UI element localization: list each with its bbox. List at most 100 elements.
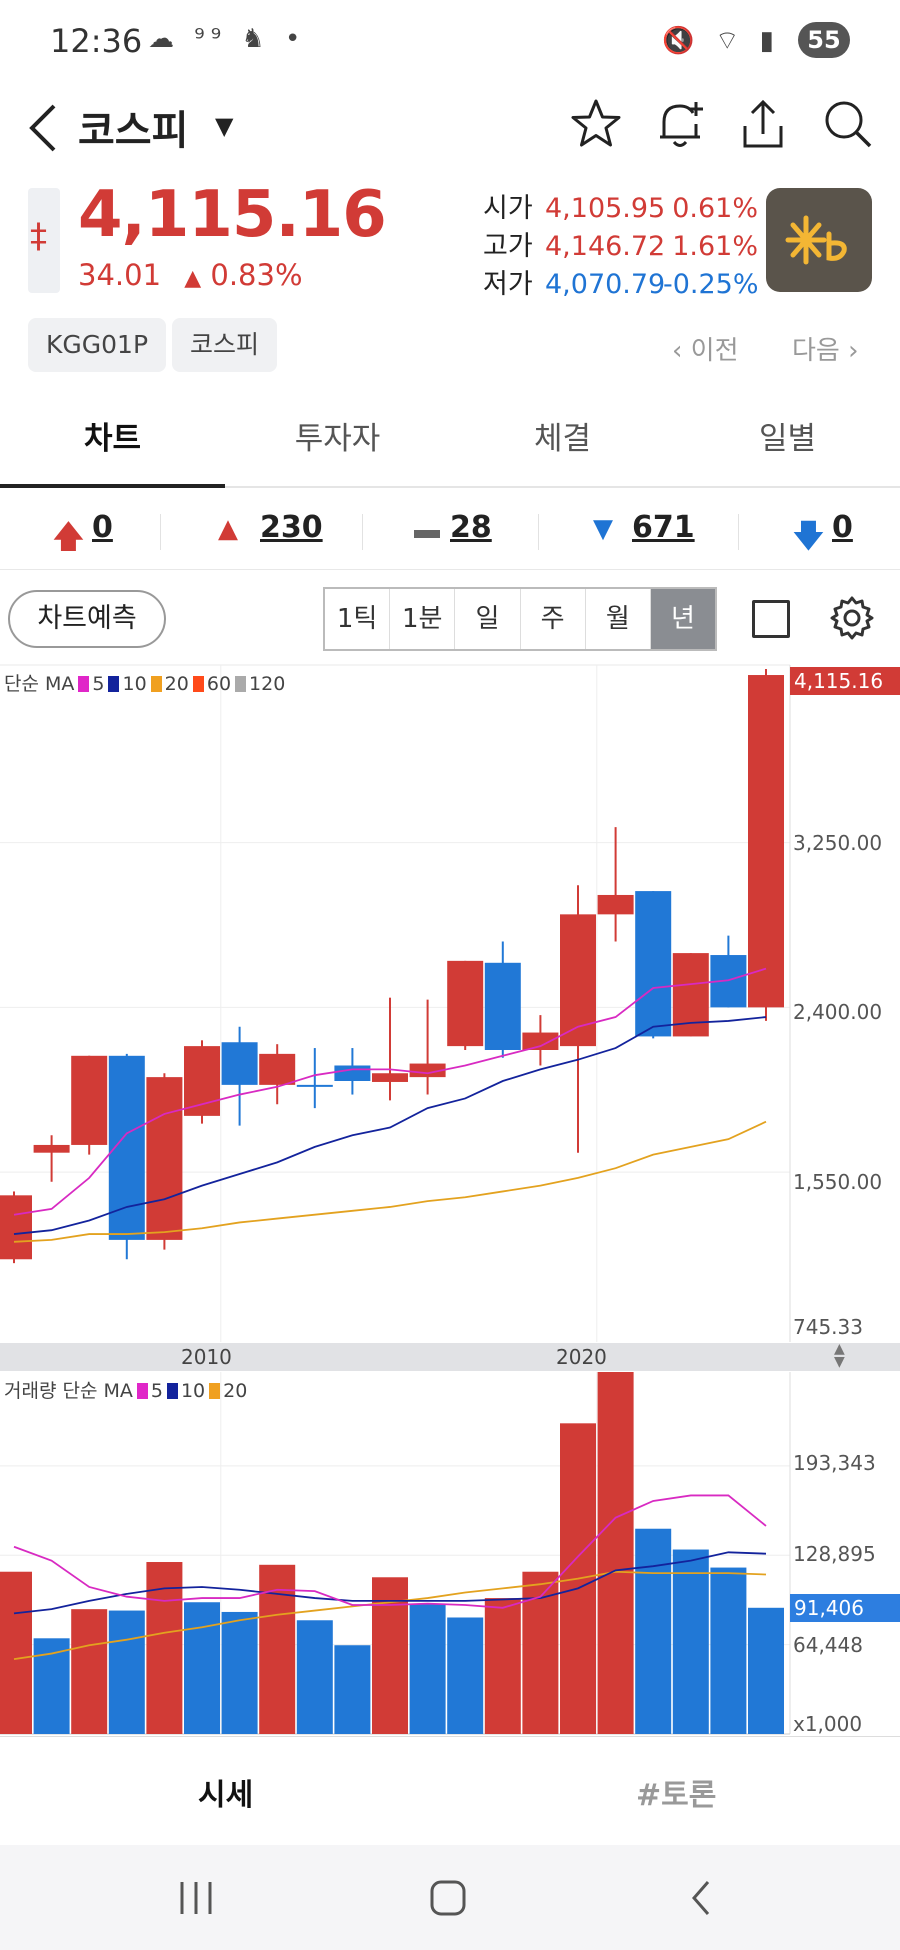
candle-body <box>33 1144 70 1153</box>
kb-logo-button[interactable] <box>766 188 872 292</box>
current-price: 4,115.16 <box>78 178 387 252</box>
down-triangle-icon: ▼ <box>593 514 613 544</box>
volume-ma-legend: 거래량 단순 MA 5 10 20 <box>4 1376 247 1403</box>
ma5-line <box>13 967 767 1216</box>
x-axis-strip[interactable] <box>0 1343 900 1371</box>
period-minute[interactable]: 1분 <box>390 589 456 649</box>
kb-star-icon <box>785 215 847 265</box>
volume-axis-unit: x1,000 <box>793 1712 863 1736</box>
back-icon[interactable] <box>686 1878 716 1918</box>
period-year[interactable]: 년 <box>650 589 716 649</box>
home-icon[interactable] <box>428 1878 468 1918</box>
search-icon[interactable] <box>820 96 876 152</box>
volume-bar <box>259 1564 296 1734</box>
price-axis-tick: 1,550.00 <box>793 1170 883 1194</box>
ma10-line <box>13 1016 767 1235</box>
price-direction-indicator: ‡ <box>28 188 60 293</box>
period-day[interactable]: 일 <box>455 589 521 649</box>
chart-area[interactable] <box>0 0 900 1950</box>
price-axis-tick: 2,400.00 <box>793 1000 883 1024</box>
candle-body <box>184 1046 220 1116</box>
separator <box>160 514 161 550</box>
down-count[interactable]: 671 <box>632 510 695 545</box>
legend-period: 120 <box>249 673 286 695</box>
system-nav-bar <box>0 1845 900 1950</box>
legend-period: 5 <box>150 1380 163 1402</box>
index-code-chip[interactable]: KGG01P <box>28 318 167 372</box>
tab-daily[interactable]: 일별 <box>675 400 900 488</box>
price-moving-averages <box>13 967 767 1243</box>
price-ma-legend: 단순 MA 5 10 20 60 120 <box>4 669 285 696</box>
recent-apps-icon[interactable] <box>176 1878 216 1918</box>
price-change: 34.01 ▲ 0.83% <box>78 258 303 292</box>
legend-period: 20 <box>164 673 189 695</box>
candle-body <box>597 894 634 915</box>
volume-bar <box>484 1598 521 1734</box>
volume-bar <box>0 1571 32 1734</box>
volume-grid <box>0 1372 791 1735</box>
volume-bar <box>522 1571 559 1734</box>
page-title[interactable]: 코스피 <box>78 98 188 156</box>
gear-icon[interactable] <box>828 594 876 642</box>
flat-count[interactable]: 28 <box>450 510 492 545</box>
up-count[interactable]: 230 <box>260 510 323 545</box>
legend-swatch <box>192 676 204 692</box>
tab-discussion[interactable]: #토론 <box>636 1770 716 1814</box>
lower-limit-count[interactable]: 0 <box>832 510 853 545</box>
period-week[interactable]: 주 <box>521 589 586 649</box>
vma10-line <box>13 1551 767 1615</box>
candle-body <box>409 1063 446 1078</box>
volume-bar <box>33 1638 70 1734</box>
volume-axis-tick: 128,895 <box>793 1542 876 1566</box>
candle-body <box>71 1055 108 1145</box>
volume-bar <box>146 1562 183 1734</box>
resize-handle-icon[interactable]: ▲ ▼ <box>834 1342 845 1369</box>
separator <box>538 514 539 550</box>
legend-label: 단순 MA <box>4 673 75 695</box>
candle-body <box>221 1042 258 1085</box>
status-bar: 12:36 ☁ ⁹⁹ ♞ • 🔇 ⌔ ▮ 55 <box>0 0 900 80</box>
tab-trades[interactable]: 체결 <box>450 400 675 488</box>
candle-body <box>296 1084 333 1087</box>
tab-investor[interactable]: 투자자 <box>225 400 450 488</box>
prev-label: 이전 <box>690 336 739 366</box>
lower-limit-arrow-icon: 🡇 <box>792 517 825 555</box>
volume-bar <box>560 1423 596 1734</box>
tab-quotes[interactable]: 시세 <box>198 1770 253 1814</box>
legend-swatch <box>108 676 120 692</box>
chart-predict-button[interactable]: 차트예측 <box>8 590 166 648</box>
legend-swatch <box>166 1383 178 1399</box>
high-row: 고가 4,146.72 1.61% <box>483 224 758 263</box>
candle-body <box>259 1053 296 1085</box>
low-row: 저가 4,070.79-0.25% <box>483 262 759 301</box>
tab-chart[interactable]: 차트 <box>0 400 225 488</box>
status-time: 12:36 <box>50 22 143 60</box>
expand-square-icon[interactable] <box>752 600 790 638</box>
prev-button[interactable]: ‹ 이전 <box>672 330 739 367</box>
price-grid <box>0 664 791 1342</box>
period-tick[interactable]: 1틱 <box>325 589 391 649</box>
candle-body <box>672 953 709 1037</box>
share-icon[interactable] <box>735 96 791 152</box>
period-month[interactable]: 월 <box>586 589 651 649</box>
upper-limit-count[interactable]: 0 <box>92 510 113 545</box>
star-icon[interactable] <box>568 96 624 152</box>
flat-dash-icon <box>414 530 440 538</box>
market-chip[interactable]: 코스피 <box>172 318 278 372</box>
legend-swatch <box>209 1383 221 1399</box>
volume-bar <box>334 1645 371 1734</box>
candle-body <box>710 955 747 1008</box>
battery-indicator: 55 <box>798 22 850 58</box>
volume-bar <box>635 1528 672 1734</box>
low-pct: -0.25% <box>663 269 759 300</box>
candle-body <box>146 1077 183 1240</box>
open-row: 시가 4,105.95 0.61% <box>483 186 758 225</box>
ma20-line <box>13 1120 767 1243</box>
next-button[interactable]: 다음 › <box>792 330 859 367</box>
caret-down-icon[interactable]: ▼ <box>215 112 233 140</box>
back-arrow-icon[interactable] <box>24 98 64 158</box>
system-icons: 🔇 ⌔ ▮ <box>662 26 780 56</box>
x-axis-tick: 2010 <box>181 1345 232 1369</box>
bell-plus-icon[interactable] <box>652 96 708 152</box>
volume-bar <box>108 1610 145 1734</box>
